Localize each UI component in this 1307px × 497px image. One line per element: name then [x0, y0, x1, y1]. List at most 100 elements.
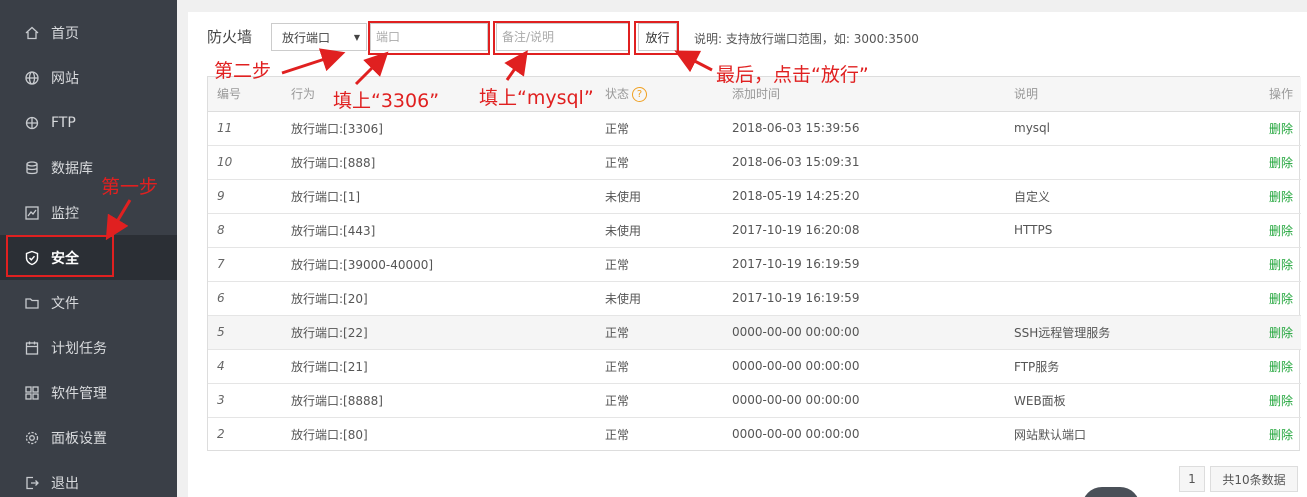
cell-time: 2018-05-19 14:25:20	[732, 179, 1014, 214]
delete-link[interactable]: 删除	[1241, 383, 1301, 418]
sidebar-item-label: 监控	[51, 205, 79, 222]
firewall-table: 编号 行为 状态? 添加时间 说明 操作 11 放行端口:[3306] 正常 2…	[207, 76, 1301, 451]
cell-status: 未使用	[605, 179, 732, 214]
table-row: 11 放行端口:[3306] 正常 2018-06-03 15:39:56 my…	[208, 111, 1301, 146]
cell-id: 10	[208, 145, 291, 180]
sidebar-item-settings[interactable]: 面板设置	[0, 415, 177, 460]
delete-link[interactable]: 删除	[1241, 349, 1301, 384]
sidebar-item-label: 文件	[51, 295, 79, 312]
pagination-page[interactable]: 1	[1179, 466, 1205, 492]
cell-status: 未使用	[605, 213, 732, 248]
col-remark: 说明	[1014, 77, 1241, 112]
table-row: 8 放行端口:[443] 未使用 2017-10-19 16:20:08 HTT…	[208, 213, 1301, 248]
table-row: 6 放行端口:[20] 未使用 2017-10-19 16:19:59 删除	[208, 281, 1301, 316]
database-icon	[24, 160, 40, 176]
cell-action: 放行端口:[39000-40000]	[291, 247, 605, 282]
gear-icon	[24, 430, 40, 446]
page-title: 防火墙	[207, 28, 253, 46]
table-row: 10 放行端口:[888] 正常 2018-06-03 15:09:31 删除	[208, 145, 1301, 180]
col-status: 状态?	[605, 77, 732, 112]
home-icon	[24, 25, 40, 41]
sidebar-item-label: FTP	[51, 114, 76, 131]
delete-link[interactable]: 删除	[1241, 145, 1301, 180]
sidebar-item-files[interactable]: 文件	[0, 280, 177, 325]
cell-id: 8	[208, 213, 291, 248]
cell-id: 5	[208, 315, 291, 350]
cell-action: 放行端口:[22]	[291, 315, 605, 350]
cell-time: 2017-10-19 16:19:59	[732, 281, 1014, 316]
sidebar-item-ftp[interactable]: FTP	[0, 100, 177, 145]
cell-status: 正常	[605, 145, 732, 180]
annotation-step1: 第一步	[101, 176, 159, 198]
cell-action: 放行端口:[21]	[291, 349, 605, 384]
sidebar-item-website[interactable]: 网站	[0, 55, 177, 100]
cell-id: 7	[208, 247, 291, 282]
annotation-step2: 第二步	[214, 60, 272, 82]
cell-time: 2018-06-03 15:09:31	[732, 145, 1014, 180]
cell-remark: SSH远程管理服务	[1014, 315, 1241, 350]
cell-time: 0000-00-00 00:00:00	[732, 349, 1014, 384]
caret-down-icon: ▼	[353, 33, 360, 42]
logout-icon	[24, 475, 40, 491]
delete-link[interactable]: 删除	[1241, 281, 1301, 316]
cell-action: 放行端口:[80]	[291, 427, 368, 442]
cell-action: 放行端口:[443]	[291, 213, 605, 248]
cell-action: 放行端口:[3306]	[291, 111, 605, 146]
cell-time: 2017-10-19 16:20:08	[732, 213, 1014, 248]
cell-status: 正常	[605, 383, 732, 418]
sidebar-item-logout[interactable]: 退出	[0, 460, 177, 497]
cell-status: 未使用	[605, 281, 732, 316]
highlight-box-security	[6, 235, 114, 277]
cell-time: 0000-00-00 00:00:00	[732, 427, 860, 442]
cell-time: 2018-06-03 15:39:56	[732, 111, 1014, 146]
sidebar-item-label: 计划任务	[51, 340, 107, 357]
cell-remark	[1014, 281, 1241, 316]
table-row: 2 放行端口:[80] 正常 0000-00-00 00:00:00 网站默认端…	[208, 417, 1301, 451]
delete-link[interactable]: 删除	[1241, 315, 1301, 350]
select-value: 放行端口	[282, 30, 331, 45]
ftp-icon	[24, 115, 40, 131]
sidebar-item-label: 网站	[51, 70, 79, 87]
sidebar-item-home[interactable]: 首页	[0, 10, 177, 55]
cell-time: 0000-00-00 00:00:00	[732, 383, 1014, 418]
sidebar-item-label: 数据库	[51, 160, 93, 177]
cell-action: 放行端口:[20]	[291, 281, 605, 316]
cell-remark: 自定义	[1014, 179, 1241, 214]
sidebar-item-cron[interactable]: 计划任务	[0, 325, 177, 370]
delete-link[interactable]: 删除	[1241, 247, 1301, 282]
delete-link[interactable]: 删除	[1241, 417, 1301, 451]
table-row: 9 放行端口:[1] 未使用 2018-05-19 14:25:20 自定义 删…	[208, 179, 1301, 214]
cell-action: 放行端口:[1]	[291, 179, 605, 214]
cell-remark: HTTPS	[1014, 213, 1241, 248]
delete-link[interactable]: 删除	[1241, 111, 1301, 146]
cell-time: 0000-00-00 00:00:00	[732, 315, 1014, 350]
cell-remark: 网站默认端口	[1014, 427, 1087, 442]
cell-status: 正常	[605, 111, 732, 146]
calendar-icon	[24, 340, 40, 356]
table-row: 3 放行端口:[8888] 正常 0000-00-00 00:00:00 WEB…	[208, 383, 1301, 418]
rule-type-select[interactable]: 放行端口 ▼	[271, 23, 367, 51]
sidebar-item-label: 面板设置	[51, 430, 107, 447]
cell-action: 放行端口:[888]	[291, 145, 605, 180]
cell-remark: mysql	[1014, 111, 1241, 146]
table-row: 4 放行端口:[21] 正常 0000-00-00 00:00:00 FTP服务…	[208, 349, 1301, 384]
annotation-fill-port: 填上“3306”	[333, 90, 440, 112]
annotation-final: 最后，点击“放行”	[716, 64, 869, 86]
folder-icon	[24, 295, 40, 311]
cell-id: 2	[217, 427, 225, 442]
delete-link[interactable]: 删除	[1241, 213, 1301, 248]
delete-link[interactable]: 删除	[1241, 179, 1301, 214]
cell-remark: FTP服务	[1014, 349, 1241, 384]
globe-icon	[24, 70, 40, 86]
table-row: 7 放行端口:[39000-40000] 正常 2017-10-19 16:19…	[208, 247, 1301, 282]
cell-id: 3	[208, 383, 291, 418]
annotation-fill-remark: 填上“mysql”	[479, 87, 594, 109]
cell-status: 正常	[605, 247, 732, 282]
highlight-box-port	[368, 21, 490, 55]
col-ops: 操作	[1241, 77, 1301, 112]
sidebar-item-label: 软件管理	[51, 385, 107, 402]
sidebar-item-software[interactable]: 软件管理	[0, 370, 177, 415]
table-row: 5 放行端口:[22] 正常 0000-00-00 00:00:00 SSH远程…	[208, 315, 1301, 350]
help-icon[interactable]: ?	[632, 87, 648, 103]
pagination-total: 共10条数据	[1210, 466, 1298, 492]
